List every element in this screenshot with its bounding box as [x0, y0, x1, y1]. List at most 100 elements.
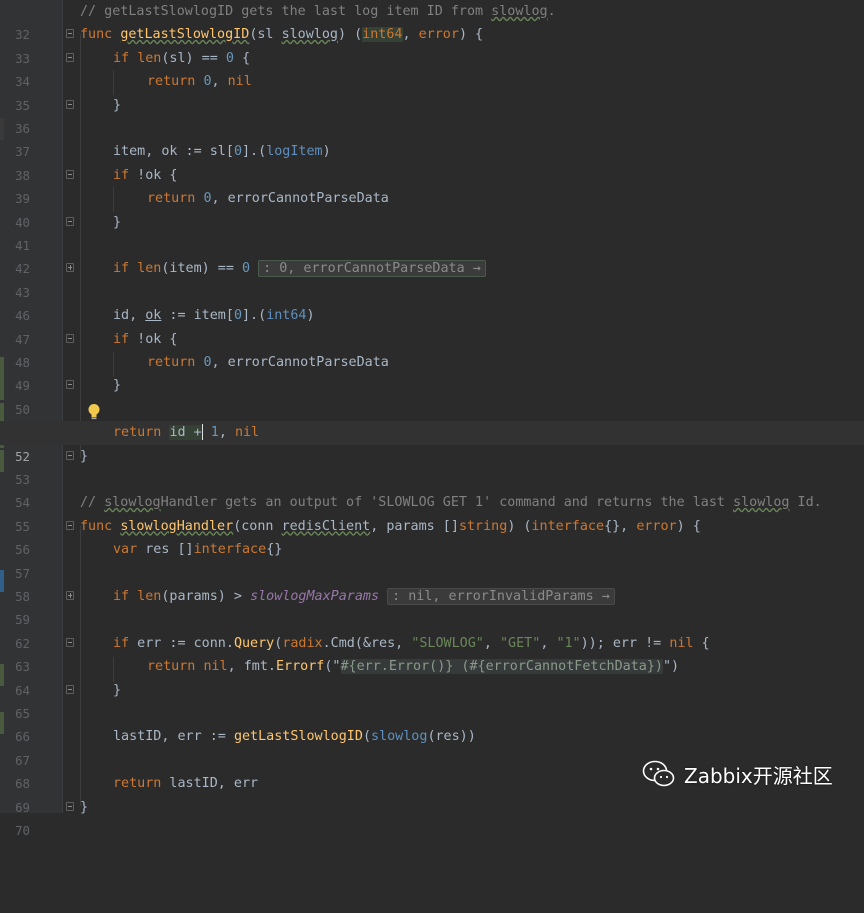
- return-arrow-icon: →: [601, 589, 610, 604]
- code-token: err := conn.: [129, 635, 234, 651]
- code-line[interactable]: 34 if len(sl) == 0 {: [0, 47, 864, 89]
- code-token: {: [233, 50, 251, 66]
- code-line[interactable]: 63 if err := conn.Query(radix.Cmd(&res, …: [0, 632, 864, 674]
- keyword: return: [147, 355, 196, 370]
- code-text: if len(params) > slowlogMaxParams : nil,…: [113, 585, 615, 608]
- code-line[interactable]: 35 return 0, nil: [0, 70, 864, 112]
- code-token: (item) ==: [161, 261, 242, 277]
- code-line[interactable]: 49 return 0, errorCannotParseData: [0, 351, 864, 393]
- string-literal: "1": [556, 635, 581, 651]
- code-token: (sl: [249, 27, 282, 43]
- code-line[interactable]: 56 func slowlogHandler(conn redisClient,…: [0, 515, 864, 557]
- fold-collapse-icon[interactable]: [66, 29, 74, 39]
- builtin-function: len: [137, 50, 162, 66]
- code-line[interactable]: 58: [0, 562, 864, 604]
- fold-collapse-icon[interactable]: [66, 520, 74, 530]
- code-token: ) (: [338, 27, 363, 43]
- string-literal: #{err.Error()} (#{errorCannotFetchData}): [340, 659, 663, 675]
- code-token: ) {: [676, 518, 701, 534]
- keyword: func: [80, 27, 113, 43]
- keyword: if: [113, 589, 130, 604]
- keyword: return: [113, 776, 162, 792]
- fold-collapse-icon[interactable]: [66, 637, 74, 647]
- number-literal: 0: [233, 144, 242, 160]
- code-line[interactable]: 67 lastID, err := getLastSlowlogID(slowl…: [0, 725, 864, 767]
- comment-text: Handler gets an output of 'SLOWLOG GET 1…: [160, 495, 734, 511]
- code-text: return lastID, err: [113, 772, 258, 795]
- code-line[interactable]: 47 id, ok := item[0].(int64): [0, 304, 864, 346]
- comment-text: slowlog: [491, 4, 548, 19]
- code-token: ) {: [458, 27, 484, 43]
- code-line[interactable]: 43 if len(item) == 0 : 0, errorCannotPar…: [0, 257, 864, 300]
- code-line[interactable]: 42: [0, 234, 864, 276]
- type-name: error: [636, 518, 677, 534]
- code-line[interactable]: 33 func getLastSlowlogID(sl slowlog) (in…: [0, 23, 864, 66]
- keyword: if: [113, 635, 130, 651]
- code-line[interactable]: 54: [0, 468, 864, 510]
- code-line[interactable]: 55 // slowlogHandler gets an output of '…: [0, 491, 864, 533]
- code-line[interactable]: 64 return nil, fmt.Errorf("#{err.Error()…: [0, 655, 864, 698]
- code-text: return id + 1, nil: [113, 421, 259, 444]
- code-token: ,: [483, 635, 500, 651]
- code-token: {}: [266, 542, 283, 558]
- fold-collapse-icon[interactable]: [66, 684, 74, 694]
- folded-code-hint[interactable]: : nil, errorInvalidParams →: [387, 588, 615, 605]
- fold-collapse-icon[interactable]: [66, 99, 74, 109]
- code-line[interactable]: 40 return 0, errorCannotParseData: [0, 187, 864, 229]
- code-line[interactable]: 37: [0, 117, 864, 159]
- code-token: {},: [604, 518, 637, 534]
- type-name: slowlog: [281, 27, 338, 43]
- code-text: lastID, err := getLastSlowlogID(slowlog(…: [113, 725, 476, 748]
- code-token: ) (: [507, 518, 532, 534]
- code-text: }: [113, 214, 122, 230]
- code-line-current[interactable]: 52 return id + 1, nil: [0, 421, 864, 464]
- code-line[interactable]: 70 }: [0, 796, 864, 838]
- lightbulb-icon[interactable]: [87, 403, 101, 421]
- keyword: nil: [669, 635, 694, 651]
- fold-collapse-icon[interactable]: [66, 52, 74, 62]
- code-line[interactable]: 59 if len(params) > slowlogMaxParams : n…: [0, 585, 864, 627]
- code-line[interactable]: 57 var res []interface{}: [0, 538, 864, 580]
- keyword: return: [147, 74, 196, 90]
- code-line[interactable]: 62: [0, 608, 864, 651]
- code-text: }: [80, 448, 89, 464]
- line-number: 70: [15, 823, 30, 838]
- fold-expand-icon[interactable]: [66, 591, 74, 600]
- keyword: if: [113, 331, 130, 347]
- code-line[interactable]: 53 }: [0, 445, 864, 487]
- code-token: , errorCannotParseData: [211, 355, 389, 370]
- fold-collapse-icon[interactable]: [66, 450, 74, 460]
- code-token: (: [362, 729, 371, 745]
- fold-collapse-icon[interactable]: [66, 333, 74, 343]
- code-text: id, ok := item[0].(int64): [113, 304, 315, 327]
- code-text: }: [80, 799, 89, 815]
- code-line[interactable]: 51: [0, 398, 864, 440]
- fold-collapse-icon[interactable]: [66, 169, 74, 179]
- comment-text: .: [547, 4, 556, 19]
- fold-collapse-icon[interactable]: [66, 380, 74, 390]
- code-line[interactable]: 32 // getLastSlowlogID gets the last log…: [0, 0, 864, 42]
- code-line[interactable]: 39 if !ok {: [0, 164, 864, 206]
- code-line[interactable]: 41 }: [0, 211, 864, 253]
- fold-expand-icon[interactable]: [66, 263, 74, 273]
- fold-collapse-icon[interactable]: [66, 216, 74, 226]
- function-name: Query: [233, 635, 275, 651]
- code-token: .Cmd(&res,: [322, 635, 412, 651]
- code-line[interactable]: 36 }: [0, 94, 864, 136]
- function-name: slowlogHandler: [120, 518, 234, 534]
- number-literal: 0: [242, 261, 251, 277]
- code-line[interactable]: 65 }: [0, 679, 864, 721]
- code-editor[interactable]: 32 // getLastSlowlogID gets the last log…: [0, 0, 864, 838]
- constant-name: slowlogMaxParams: [250, 589, 380, 604]
- comment-text: //: [80, 495, 105, 511]
- comment-text: // getLastSlowlogID gets the last log it…: [80, 4, 492, 19]
- code-line[interactable]: 48 if !ok {: [0, 328, 864, 370]
- code-line[interactable]: 66: [0, 702, 864, 744]
- code-line[interactable]: 46: [0, 281, 864, 323]
- fold-collapse-icon[interactable]: [66, 801, 74, 811]
- code-line[interactable]: 38 item, ok := sl[0].(logItem): [0, 140, 864, 182]
- folded-code-hint[interactable]: : 0, errorCannotParseData →: [258, 260, 486, 278]
- comment-text: Id.: [789, 495, 822, 511]
- watermark-text: Zabbix开源社区: [684, 763, 833, 788]
- code-line[interactable]: 50 }: [0, 374, 864, 416]
